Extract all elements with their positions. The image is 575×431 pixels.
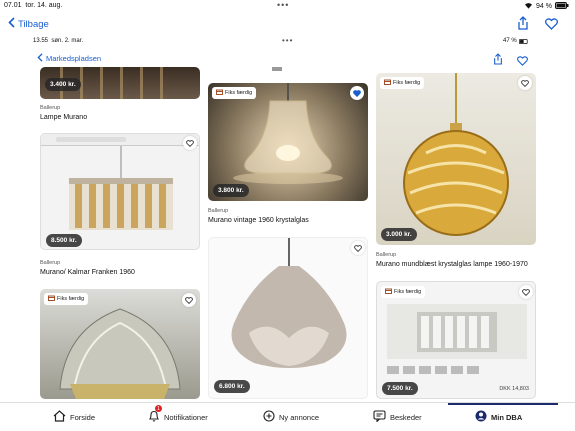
message-icon [373,410,386,424]
cord [272,67,282,71]
inner-status-battery: 47 % [503,38,529,44]
inner-multitask-dots: ••• [282,36,294,45]
tab-forside[interactable]: Forside [53,410,95,424]
listing-location: Ballerup [208,208,229,214]
back-button[interactable]: Tilbage [8,17,49,31]
listing-image[interactable]: Fiks færdig 3.000 kr. [376,73,536,245]
inner-share-icon[interactable] [493,52,503,70]
heart-filled-icon[interactable] [350,86,364,100]
listing-title[interactable]: Lampe Murano [40,114,87,121]
package-icon [385,288,392,296]
plus-circle-icon [263,410,275,424]
tab-beskeder[interactable]: Beskeder [373,410,422,424]
inner-screenshot: 13.55 søn. 2. mar. ••• 47 % Markedsplads… [0,36,575,431]
fiks-faerdig-badge: Fiks færdig [381,286,426,298]
home-icon [53,410,66,424]
outer-navbar: Tilbage [0,15,575,35]
heart-icon[interactable] [182,293,196,307]
status-battery: 94 % [524,2,569,11]
price-conversion: DKK 14,803 [499,386,529,392]
price-tag: 8.500 kr. [46,234,82,247]
fiks-faerdig-badge: Fiks færdig [212,87,257,99]
listing-location: Ballerup [40,260,61,266]
bottom-tab-bar: Forside 1 Notifikationer Ny annonce Besk… [0,402,575,431]
listing-title[interactable]: Murano mundblæst krystalglas lampe 1960-… [376,261,536,268]
package-icon [216,89,223,97]
listing-image[interactable]: Fiks færdig [40,289,200,399]
listing-image[interactable]: 3.400 kr. [40,67,200,99]
price-tag: 3.800 kr. [213,184,249,197]
listing-image[interactable]: 8.500 kr. [40,133,200,250]
inner-status-time: 13.55 søn. 2. mar. [33,38,84,44]
multitask-dots[interactable]: ••• [277,0,289,10]
heart-icon[interactable] [183,136,197,150]
package-icon [48,295,55,303]
fiks-faerdig-badge: Fiks færdig [380,77,425,89]
tab-ny-annonce[interactable]: Ny annonce [263,410,319,424]
listing-title[interactable]: Murano vintage 1960 krystalglas [208,217,309,224]
bell-icon: 1 [148,405,162,424]
heart-icon[interactable] [518,76,532,90]
price-tag: 3.400 kr. [45,78,81,91]
active-tab-indicator [448,403,558,405]
listing-image[interactable]: 6.800 kr. [208,237,368,399]
favorite-heart-icon[interactable] [544,17,559,35]
inner-heart-icon[interactable] [517,53,528,71]
heart-icon[interactable] [519,285,533,299]
listing-location: Ballerup [40,105,61,111]
price-tag: 7.500 kr. [382,382,418,395]
listing-location: Ballerup [376,252,397,258]
chevron-left-icon [37,53,43,64]
heart-icon[interactable] [351,241,365,255]
tab-notifikationer[interactable]: 1 Notifikationer [148,405,208,424]
listing-title[interactable]: Murano/ Kalmar Franken 1960 [40,269,135,276]
notification-badge: 1 [155,405,162,412]
chevron-left-icon [8,17,15,31]
battery-icon [555,2,569,11]
price-tag: 6.800 kr. [214,380,250,393]
package-icon [384,79,391,87]
wifi-icon [524,2,533,11]
inner-back-button[interactable]: Markedspladsen [37,53,101,64]
listing-image[interactable]: Fiks færdig 7.500 kr. DKK 14,803 [376,281,536,399]
price-tag: 3.000 kr. [381,228,417,241]
listing-image[interactable]: Fiks færdig 3.800 kr. [208,83,368,201]
share-icon[interactable] [517,16,529,35]
fiks-faerdig-badge: Fiks færdig [44,293,89,305]
profile-icon [475,410,487,424]
tab-min-dba[interactable]: Min DBA [475,410,522,424]
status-time: 07.01 tor. 14. aug. [4,2,63,9]
